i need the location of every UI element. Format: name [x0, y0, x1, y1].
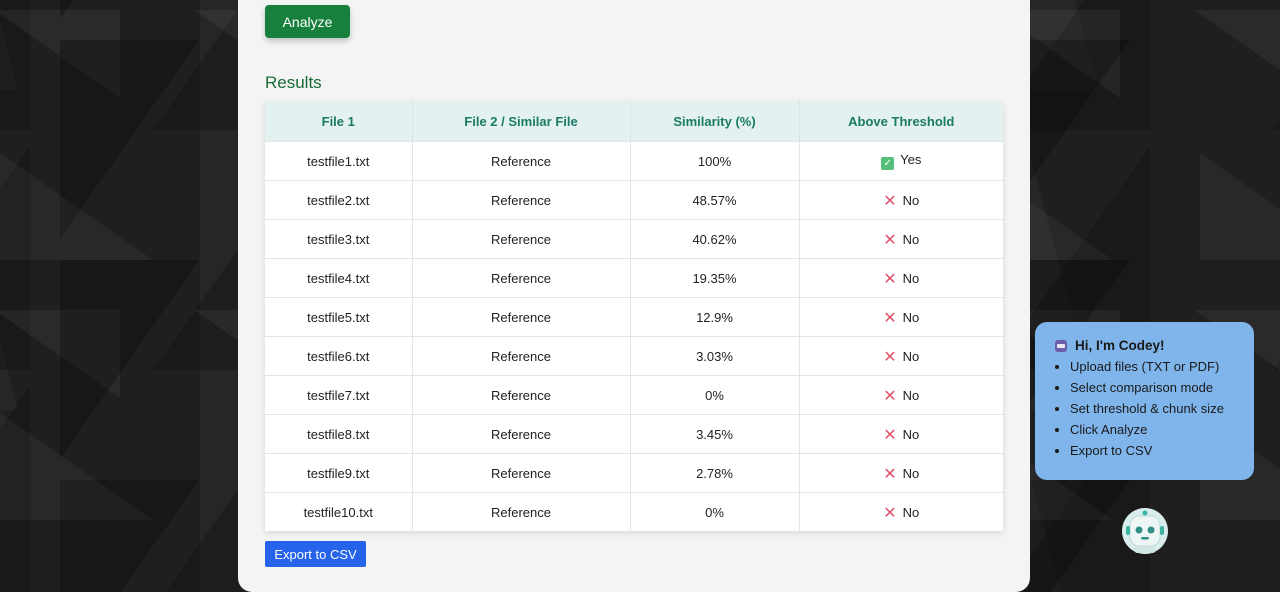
cell-file2: Reference	[412, 453, 631, 493]
threshold-status: No	[902, 387, 920, 403]
cell-above-threshold: ✕ No	[799, 297, 1003, 337]
threshold-status: No	[902, 426, 920, 442]
cell-similarity: 48.57%	[630, 180, 800, 220]
list-item: Set threshold & chunk size	[1070, 398, 1254, 419]
threshold-status: No	[902, 231, 920, 247]
table-row: testfile7.txt Reference 0% ✕ No	[265, 375, 1003, 415]
cell-file2: Reference	[412, 375, 631, 415]
cross-icon: ✕	[883, 309, 897, 327]
cell-file1: testfile5.txt	[265, 297, 413, 337]
cell-file2: Reference	[412, 297, 631, 337]
cell-file1: testfile6.txt	[265, 336, 413, 376]
cell-above-threshold: ✕ No	[799, 492, 1003, 531]
cross-icon: ✕	[883, 465, 897, 483]
cell-file2: Reference	[412, 141, 631, 181]
table-row: testfile9.txt Reference 2.78% ✕ No	[265, 453, 1003, 493]
cell-file2: Reference	[412, 414, 631, 454]
threshold-status: No	[902, 348, 920, 364]
threshold-status: No	[902, 192, 920, 208]
cell-similarity: 0%	[630, 375, 800, 415]
cross-icon: ✕	[883, 387, 897, 405]
cross-icon: ✕	[883, 270, 897, 288]
table-header-row: File 1 File 2 / Similar File Similarity …	[265, 101, 1003, 142]
cross-icon: ✕	[883, 504, 897, 522]
cell-above-threshold: ✕ No	[799, 258, 1003, 298]
list-item: Select comparison mode	[1070, 377, 1254, 398]
analyze-button[interactable]: Analyze	[265, 5, 350, 38]
cross-icon: ✕	[883, 231, 897, 249]
export-csv-button[interactable]: Export to CSV	[265, 541, 366, 567]
cell-similarity: 40.62%	[630, 219, 800, 259]
cross-icon: ✕	[883, 192, 897, 210]
assistant-robot-avatar[interactable]	[1120, 506, 1170, 556]
cell-similarity: 19.35%	[630, 258, 800, 298]
cell-above-threshold: ✕ No	[799, 336, 1003, 376]
table-row: testfile4.txt Reference 19.35% ✕ No	[265, 258, 1003, 298]
column-header-above-threshold: Above Threshold	[799, 101, 1003, 142]
cross-icon: ✕	[883, 348, 897, 366]
results-heading: Results	[265, 73, 322, 92]
list-item: Click Analyze	[1070, 419, 1254, 440]
threshold-status: No	[902, 504, 920, 520]
column-header-file2: File 2 / Similar File	[412, 101, 631, 142]
cell-file2: Reference	[412, 258, 631, 298]
cell-file1: testfile4.txt	[265, 258, 413, 298]
cell-similarity: 3.45%	[630, 414, 800, 454]
results-table: File 1 File 2 / Similar File Similarity …	[265, 101, 1003, 531]
cell-similarity: 12.9%	[630, 297, 800, 337]
cell-file1: testfile8.txt	[265, 414, 413, 454]
table-row: testfile10.txt Reference 0% ✕ No	[265, 492, 1003, 531]
cell-file1: testfile10.txt	[265, 492, 413, 531]
assistant-tips-list: Upload files (TXT or PDF) Select compari…	[1055, 356, 1254, 461]
cell-file2: Reference	[412, 180, 631, 220]
cell-file1: testfile1.txt	[265, 141, 413, 181]
list-item: Upload files (TXT or PDF)	[1070, 356, 1254, 377]
cell-file1: testfile9.txt	[265, 453, 413, 493]
table-row: testfile8.txt Reference 3.45% ✕ No	[265, 414, 1003, 454]
cell-similarity: 3.03%	[630, 336, 800, 376]
cell-file1: testfile2.txt	[265, 180, 413, 220]
cell-file1: testfile7.txt	[265, 375, 413, 415]
cell-above-threshold: ✕ No	[799, 219, 1003, 259]
threshold-status: No	[902, 465, 920, 481]
cell-file2: Reference	[412, 492, 631, 531]
column-header-similarity: Similarity (%)	[630, 101, 800, 142]
threshold-status: Yes	[900, 152, 922, 167]
threshold-status: No	[902, 270, 920, 286]
column-header-file1: File 1	[265, 101, 413, 142]
table-row: testfile1.txt Reference 100% ✓ Yes	[265, 141, 1003, 181]
results-table-container: File 1 File 2 / Similar File Similarity …	[265, 101, 1003, 531]
cell-above-threshold: ✕ No	[799, 180, 1003, 220]
cell-file1: testfile3.txt	[265, 219, 413, 259]
table-row: testfile6.txt Reference 3.03% ✕ No	[265, 336, 1003, 376]
cell-similarity: 0%	[630, 492, 800, 531]
table-row: testfile3.txt Reference 40.62% ✕ No	[265, 219, 1003, 259]
cell-similarity: 2.78%	[630, 453, 800, 493]
cell-above-threshold: ✕ No	[799, 453, 1003, 493]
cell-above-threshold: ✕ No	[799, 375, 1003, 415]
cell-file2: Reference	[412, 219, 631, 259]
table-row: testfile2.txt Reference 48.57% ✕ No	[265, 180, 1003, 220]
threshold-status: No	[902, 309, 920, 325]
cell-above-threshold: ✓ Yes	[799, 141, 1003, 181]
robot-icon	[1055, 339, 1067, 352]
cross-icon: ✕	[883, 426, 897, 444]
check-icon: ✓	[881, 157, 895, 170]
assistant-greeting: Hi, I'm Codey!	[1075, 338, 1165, 353]
table-row: testfile5.txt Reference 12.9% ✕ No	[265, 297, 1003, 337]
list-item: Export to CSV	[1070, 440, 1254, 461]
cell-above-threshold: ✕ No	[799, 414, 1003, 454]
assistant-help-bubble: Hi, I'm Codey! Upload files (TXT or PDF)…	[1035, 322, 1254, 480]
cell-similarity: 100%	[630, 141, 800, 181]
robot-icon	[1122, 508, 1168, 554]
cell-file2: Reference	[412, 336, 631, 376]
